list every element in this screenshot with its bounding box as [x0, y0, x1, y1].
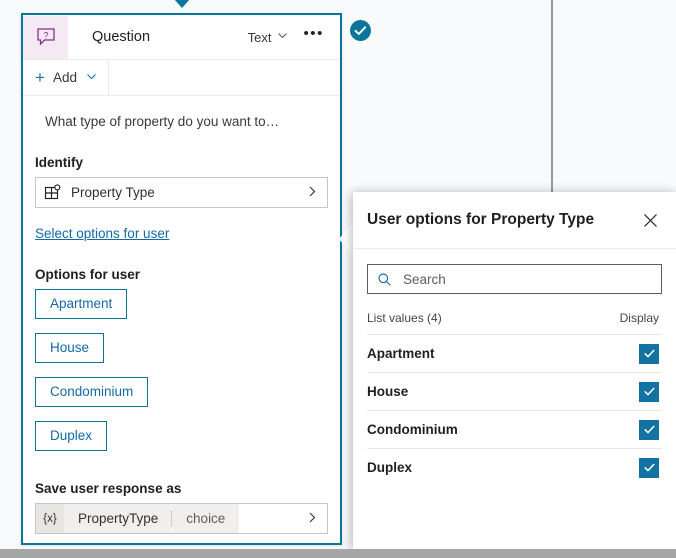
card-title: Question [92, 29, 151, 45]
search-input[interactable] [401, 270, 661, 288]
value-name: Condominium [367, 422, 458, 437]
options-for-user-label: Options for user [35, 267, 141, 282]
option-chip[interactable]: Condominium [35, 377, 149, 407]
card-toolbar: + Add [23, 60, 340, 96]
chevron-down-icon[interactable] [85, 70, 98, 86]
check-circle-icon[interactable] [350, 20, 371, 41]
table-row[interactable]: Duplex [367, 448, 662, 486]
display-column-header: Display [619, 311, 659, 325]
save-response-label: Save user response as [35, 481, 182, 496]
add-button[interactable]: + Add [23, 60, 109, 95]
more-options-button[interactable]: ••• [303, 26, 324, 44]
plus-icon: + [35, 68, 45, 87]
question-prompt-text[interactable]: What type of property do you want to… [45, 114, 328, 129]
card-type-label[interactable]: Text [248, 30, 272, 45]
option-chip[interactable]: House [35, 333, 105, 363]
flow-canvas: ? Question Text ••• + Add What type of p… [0, 0, 676, 550]
question-node-card[interactable]: ? Question Text ••• + Add What type of p… [21, 13, 342, 545]
search-icon [377, 272, 392, 287]
flow-connector-line [551, 0, 553, 192]
value-name: Duplex [367, 460, 413, 475]
identify-entity-value: Property Type [71, 185, 155, 200]
panel-callout-pointer [339, 221, 354, 257]
card-body: What type of property do you want to… Id… [23, 114, 340, 534]
list-header: List values (4) Display [367, 311, 662, 334]
incoming-arrow-icon [174, 0, 190, 8]
variable-name: PropertyType [64, 504, 172, 533]
table-row[interactable]: House [367, 372, 662, 410]
search-box[interactable] [367, 264, 662, 294]
close-icon[interactable] [634, 204, 666, 236]
add-label: Add [52, 70, 77, 85]
chevron-right-icon[interactable] [306, 184, 319, 202]
user-options-panel: User options for Property Type List valu [353, 192, 676, 550]
variable-badge-icon: {x} [36, 504, 64, 533]
panel-title: User options for Property Type [367, 211, 595, 228]
identify-label: Identify [35, 155, 84, 170]
variable-type: choice [172, 504, 240, 533]
list-values-count: List values (4) [367, 311, 442, 325]
save-response-variable-field[interactable]: {x} PropertyType choice [35, 503, 328, 534]
identify-entity-field[interactable]: Property Type [35, 177, 328, 208]
entity-grid-icon [44, 184, 61, 201]
chevron-down-icon[interactable] [276, 29, 289, 45]
option-chip[interactable]: Duplex [35, 421, 108, 451]
select-options-for-user-link[interactable]: Select options for user [35, 226, 328, 241]
svg-text:?: ? [43, 30, 48, 40]
display-checkbox[interactable] [639, 457, 659, 478]
bottom-strip [0, 549, 676, 558]
display-checkbox[interactable] [639, 381, 659, 402]
display-checkbox[interactable] [639, 419, 659, 440]
panel-header: User options for Property Type [353, 192, 676, 249]
table-row[interactable]: Apartment [367, 334, 662, 372]
display-checkbox[interactable] [639, 343, 659, 364]
panel-body: List values (4) Display Apartment House [353, 264, 676, 486]
question-bubble-icon: ? [23, 15, 68, 59]
option-chip[interactable]: Apartment [35, 289, 128, 319]
chevron-right-icon[interactable] [306, 510, 319, 528]
card-header: ? Question Text ••• [23, 15, 340, 60]
value-name: House [367, 384, 409, 399]
table-row[interactable]: Condominium [367, 410, 662, 448]
value-name: Apartment [367, 346, 435, 361]
option-chip-list: Apartment House Condominium Duplex [35, 289, 328, 465]
